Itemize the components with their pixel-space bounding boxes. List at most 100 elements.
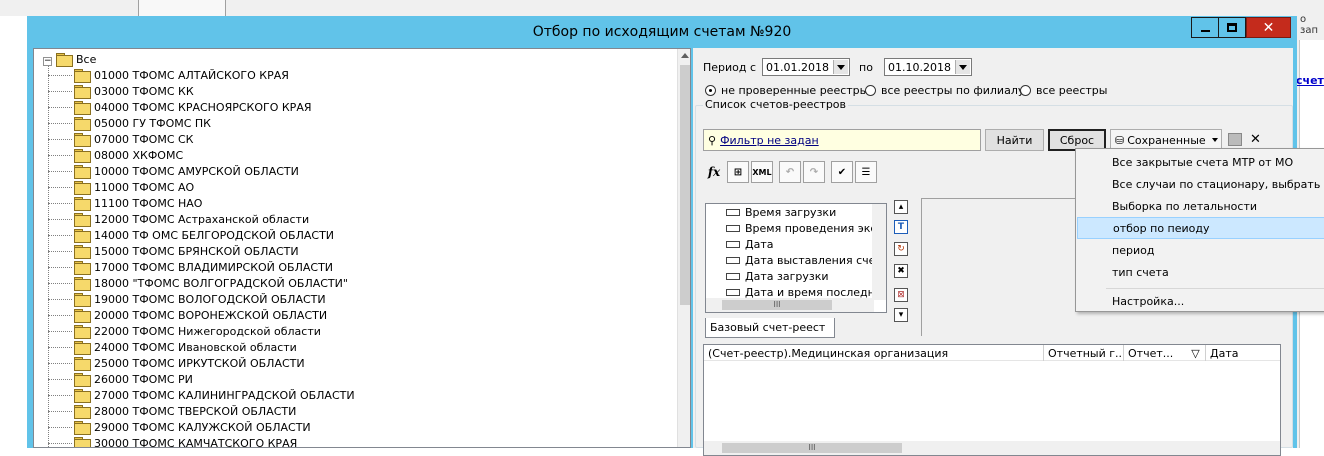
menu-item[interactable]: Выборка по летальности [1077,195,1324,217]
title-bar[interactable]: Отбор по исходящим счетам №920 ✕ [27,16,1297,48]
close-button[interactable]: ✕ [1246,17,1291,38]
registry-grid[interactable]: (Счет-реестр).Медицинская организация От… [703,344,1281,456]
period-from-label: Период с [703,61,757,74]
chevron-down-icon [1211,138,1218,142]
tree-line [48,346,72,348]
tree-item-label: 11000 ТФОМС АО [94,180,195,194]
period-to-value: 01.10.2018 [888,60,951,74]
redo-icon[interactable]: ↷ [803,161,825,183]
tree-item[interactable]: 24000 ТФОМС Ивановской области [48,339,297,355]
fields-horizontal-scrollbar[interactable]: III [706,298,874,312]
tree-item[interactable]: 30000 ТФОМС КАМЧАТСКОГО КРАЯ [48,435,298,448]
menu-item-settings[interactable]: Настройка... [1077,290,1324,312]
tree-item[interactable]: 05000 ГУ ТФОМС ПК [48,115,211,131]
filter-box[interactable]: ⚲ Фильтр не задан [703,129,981,151]
menu-item[interactable]: отбор по пеиоду [1077,217,1324,239]
tree-structure-icon[interactable]: ⊞ [727,161,749,183]
cross-box-icon[interactable]: ✖ [894,264,908,278]
organization-tree[interactable]: − Все 01000 ТФОМС АЛТАЙСКОГО КРАЯ 03000 Т… [33,48,691,448]
tree-item[interactable]: 03000 ТФОМС КК [48,83,194,99]
field-item[interactable]: Дата выставления счета [706,252,886,268]
column-header[interactable]: (Счет-реестр).Медицинская организация [704,345,1044,361]
move-up-icon[interactable]: ▴ [894,200,908,214]
field-item[interactable]: Время проведения экспе [706,220,886,236]
radio-branch-registries[interactable]: все реестры по филиалу [865,84,1024,97]
tree-item[interactable]: 04000 ТФОМС КРАСНОЯРСКОГО КРАЯ [48,99,311,115]
field-label: Время загрузки [745,205,837,219]
tree-item[interactable]: 29000 ТФОМС КАЛУЖСКОЙ ОБЛАСТИ [48,419,311,435]
period-to-combo[interactable]: 01.10.2018 [884,58,972,76]
chevron-down-icon[interactable] [955,60,970,74]
scroll-thumb[interactable]: III [722,443,902,453]
tree-item[interactable]: 25000 ТФОМС ИРКУТСКОЙ ОБЛАСТИ [48,355,305,371]
tree-item[interactable]: 08000 ХКФОМС [48,147,183,163]
radio-all-registries[interactable]: все реестры [1020,84,1107,97]
field-item[interactable]: Дата загрузки [706,268,828,284]
tree-root[interactable]: Все [56,51,96,67]
tree-item[interactable]: 12000 ТФОМС Астраханской области [48,211,309,227]
saved-label: Сохраненные [1127,133,1206,147]
tree-vertical-scrollbar[interactable] [677,49,690,447]
tree-item[interactable]: 26000 ТФОМС РИ [48,371,193,387]
text-icon[interactable]: T [894,220,908,234]
delete-icon[interactable]: ⊠ [894,288,908,302]
menu-item[interactable]: Все случаи по стационару, выбрать дату [1077,173,1324,195]
maximize-button[interactable] [1219,17,1246,38]
tree-item[interactable]: 20000 ТФОМС ВОРОНЕЖСКОЙ ОБЛАСТИ [48,307,327,323]
menu-item[interactable]: Все закрытые счета МТР от МО [1077,151,1324,173]
xml-icon[interactable]: XML [751,161,773,183]
window-title: Отбор по исходящим счетам №920 [532,24,792,40]
folder-icon [74,149,91,163]
undo-icon[interactable]: ↶ [779,161,801,183]
column-header[interactable]: Отчет... ▽ [1124,345,1206,361]
column-header[interactable]: Дата [1206,345,1282,361]
menu-item[interactable]: тип счета [1077,261,1324,283]
refresh-icon[interactable]: ↻ [894,242,908,256]
tree-item[interactable]: 01000 ТФОМС АЛТАЙСКОГО КРАЯ [48,67,289,83]
folder-icon [74,389,91,403]
tree-item[interactable]: 11100 ТФОМС НАО [48,195,202,211]
field-item[interactable]: Время загрузки [706,204,836,220]
collapse-icon[interactable]: − [43,57,52,66]
grid-horizontal-scrollbar[interactable]: III [704,441,1280,455]
radio-unchecked-registries[interactable]: не проверенные реестры [705,84,868,97]
folder-icon [74,277,91,291]
tree-item[interactable]: 15000 ТФОМС БРЯНСКОЙ ОБЛАСТИ [48,243,299,259]
chevron-down-icon[interactable] [833,60,848,74]
tree-item[interactable]: 22000 ТФОМС Нижегородской области [48,323,321,339]
tree-item[interactable]: 18000 "ТФОМС ВОЛГОГРАДСКОЙ ОБЛАСТИ" [48,275,348,291]
list-icon[interactable]: ☰ [855,161,877,183]
tree-item[interactable]: 10000 ТФОМС АМУРСКОЙ ОБЛАСТИ [48,163,299,179]
field-item[interactable]: Дата [706,236,773,252]
minimize-button[interactable] [1191,17,1219,38]
check-icon[interactable]: ✔ [831,161,853,183]
filter-link[interactable]: Фильтр не задан [720,134,819,147]
tree-line [48,410,72,412]
tab-base-registry[interactable]: Базовый счет-реест [705,318,835,338]
tree-item[interactable]: 11000 ТФОМС АО [48,179,194,195]
column-header[interactable]: Отчетный г... [1044,345,1124,361]
clear-filter-icon[interactable]: ✕ [1250,132,1261,147]
fields-list[interactable]: Время загрузки Время проведения экспе Дата… [705,203,887,313]
save-icon[interactable] [1228,133,1242,146]
fields-vertical-scrollbar[interactable] [872,204,886,300]
scroll-thumb[interactable] [680,65,690,305]
menu-item[interactable]: период [1077,239,1324,261]
tree-item[interactable]: 17000 ТФОМС ВЛАДИМИРСКОЙ ОБЛАСТИ [48,259,333,275]
tree-item-label: 24000 ТФОМС Ивановской области [94,340,297,354]
period-from-combo[interactable]: 01.01.2018 [762,58,850,76]
tree-item-label: 30000 ТФОМС КАМЧАТСКОГО КРАЯ [94,436,298,448]
tree-item[interactable]: 28000 ТФОМС ТВЕРСКОЙ ОБЛАСТИ [48,403,296,419]
scroll-up-icon[interactable] [681,53,689,58]
tree-item[interactable]: 19000 ТФОМС ВОЛОГОДСКОЙ ОБЛАСТИ [48,291,326,307]
find-button[interactable]: Найти [985,129,1044,151]
move-down-icon[interactable]: ▾ [894,308,908,322]
tree-item[interactable]: 14000 ТФ ОМС БЕЛГОРОДСКОЙ ОБЛАСТИ [48,227,334,243]
background-link[interactable]: счет [1296,74,1324,87]
tree-item[interactable]: 07000 ТФОМС СК [48,131,194,147]
function-icon[interactable]: fx [703,161,725,183]
tree-line [48,330,72,332]
filter-icon[interactable]: ▽ [1191,347,1199,360]
tree-item[interactable]: 27000 ТФОМС КАЛИНИНГРАДСКОЙ ОБЛАСТИ [48,387,355,403]
scroll-thumb[interactable]: III [722,300,832,310]
